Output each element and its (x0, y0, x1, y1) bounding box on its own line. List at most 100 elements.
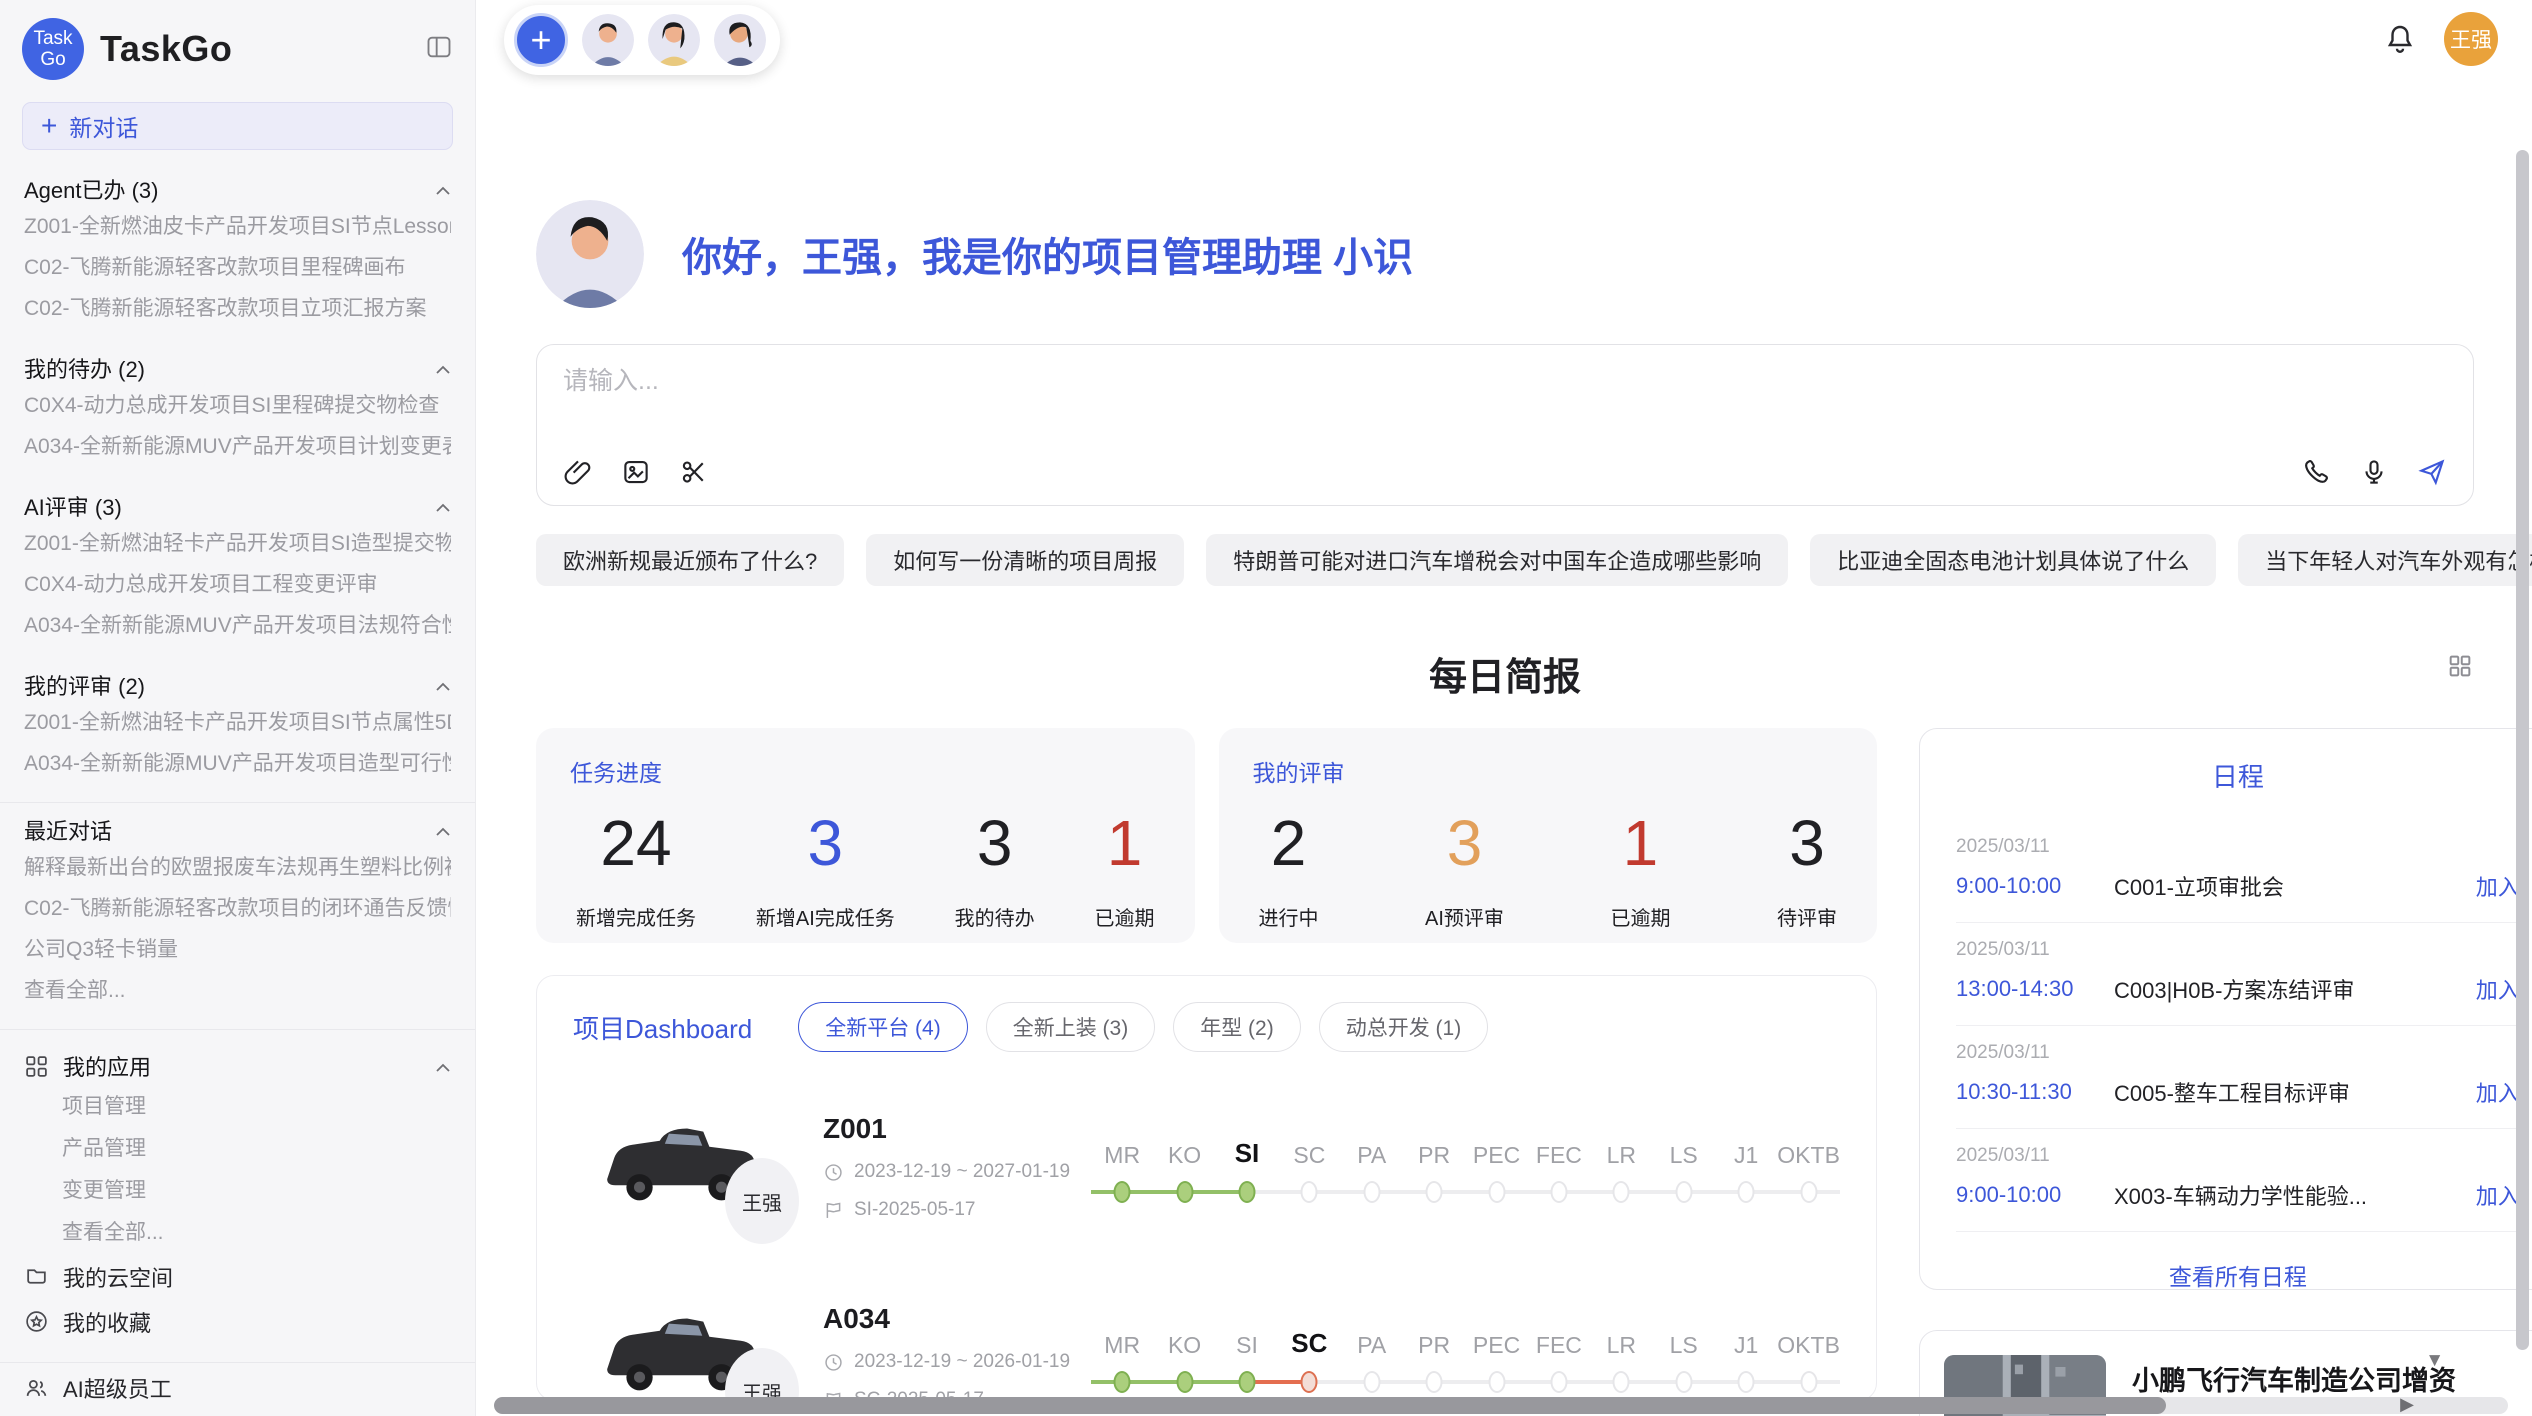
conversation-item[interactable]: C0X4-动力总成开发项目SI里程碑提交物检查 (24, 385, 451, 426)
milestone-track: MR KO (1091, 1317, 1840, 1397)
section-title: 我的评审 (2) (24, 669, 145, 701)
milestone-dot (1550, 1181, 1567, 1203)
chat-input[interactable] (563, 367, 2447, 396)
conversation-item[interactable]: C02-飞腾新能源轻客改款项目立项汇报方案 (24, 288, 451, 329)
conversation-item[interactable]: Z001-全新燃油皮卡产品开发项目SI节点Lesson Learn报告 (24, 206, 451, 247)
milestone-label: KO (1153, 1317, 1215, 1359)
milestone-dot (1426, 1371, 1443, 1393)
app-item[interactable]: 产品管理 (62, 1128, 451, 1170)
new-chat-button[interactable]: + 新对话 (22, 102, 453, 150)
notification-bell-icon[interactable] (2382, 21, 2418, 57)
conversation-item[interactable]: C02-飞腾新能源轻客改款项目里程碑画布 (24, 247, 451, 288)
my-cloud-item[interactable]: 我的云空间 (0, 1254, 475, 1299)
milestone-label: SI (1216, 1127, 1278, 1169)
chevron-up-icon[interactable] (435, 817, 451, 843)
view-all-schedule-link[interactable]: 查看所有日程 (1920, 1258, 2532, 1290)
my-favorites-item[interactable]: 我的收藏 (0, 1299, 475, 1344)
attachment-icon[interactable] (563, 457, 593, 487)
section-agent-done[interactable]: Agent已办 (3) (0, 172, 475, 206)
user-avatar[interactable]: 王强 (2444, 12, 2498, 66)
conversation-item[interactable]: A034-全新新能源MUV产品开发项目法规符合性评审 (24, 605, 451, 646)
event-main: 9:00-10:00 X003-车辆动力学性能验... 加入 (1956, 1179, 2520, 1211)
vertical-scrollbar-thumb[interactable] (2516, 150, 2529, 1350)
layout-grid-icon[interactable] (2446, 652, 2474, 680)
milestone-label: PEC (1465, 1317, 1527, 1359)
section-ai-review[interactable]: AI评审 (3) (0, 489, 475, 523)
conversation-item[interactable]: A034-全新新能源MUV产品开发项目计划变更表编写 (24, 426, 451, 467)
dashboard-filter-tab[interactable]: 年型 (2) (1173, 1002, 1301, 1052)
conversation-item[interactable]: C0X4-动力总成开发项目工程变更评审 (24, 564, 451, 605)
app-item[interactable]: 变更管理 (62, 1170, 451, 1212)
send-icon[interactable] (2417, 457, 2447, 487)
milestone: SI (1216, 1317, 1278, 1397)
suggestion-chip[interactable]: 欧洲新规最近颁布了什么? (536, 534, 844, 586)
project-code: A034 (823, 1303, 1075, 1335)
suggestion-chip[interactable]: 比亚迪全固态电池计划具体说了什么 (1810, 534, 2216, 586)
chevron-up-icon[interactable] (435, 1053, 451, 1079)
event-date: 2025/03/11 (1956, 939, 2520, 961)
suggestion-chip[interactable]: 如何写一份清晰的项目周报 (866, 534, 1184, 586)
chevron-up-icon[interactable] (435, 176, 451, 202)
section-recent[interactable]: 最近对话 (0, 813, 475, 847)
dashboard-filter-tab[interactable]: 全新平台 (4) (798, 1002, 968, 1052)
scissors-icon[interactable] (679, 457, 709, 487)
section-my-todo[interactable]: 我的待办 (2) (0, 351, 475, 385)
phone-icon[interactable] (2301, 457, 2331, 487)
project-row[interactable]: 王强 Z001 2023-12-19 ~ 2027-01-19 SI-2025-… (573, 1092, 1840, 1242)
horizontal-scrollbar-thumb[interactable] (494, 1397, 2166, 1414)
add-session-button[interactable]: + (514, 13, 568, 67)
view-all-link[interactable]: 查看全部... (24, 970, 451, 1011)
dashboard-filter-tab[interactable]: 动总开发 (1) (1319, 1002, 1489, 1052)
conversation-item[interactable]: A034-全新新能源MUV产品开发项目造型可行性评审 (24, 743, 451, 784)
dashboard-filter-tab[interactable]: 全新上装 (3) (986, 1002, 1156, 1052)
help-write-item[interactable]: 帮我写作 (0, 1410, 475, 1416)
avatar[interactable] (648, 14, 700, 66)
project-info: Z001 2023-12-19 ~ 2027-01-19 SI-2025-05-… (823, 1113, 1075, 1221)
top-right-actions: 王强 (2382, 12, 2498, 66)
chevron-up-icon[interactable] (435, 493, 451, 519)
milestone-dot (1301, 1371, 1318, 1393)
scroll-down-arrow-icon[interactable]: ▼ (2425, 1350, 2444, 1372)
stat-label: 新增AI完成任务 (756, 902, 895, 931)
app-item[interactable]: 查看全部... (62, 1212, 451, 1254)
stat-label: 已逾期 (1610, 902, 1670, 931)
project-row[interactable]: 王强 A034 2023-12-19 ~ 2026-01-19 SC-2025-… (573, 1282, 1840, 1401)
scroll-right-arrow-icon[interactable]: ▶ (2400, 1394, 2414, 1415)
date-range: 2023-12-19 ~ 2027-01-19 (854, 1161, 1070, 1183)
conversation-item[interactable]: 公司Q3轻卡销量 (24, 929, 451, 970)
avatar[interactable] (714, 14, 766, 66)
milestone-label: J1 (1715, 1317, 1777, 1359)
section-title: AI评审 (3) (24, 490, 122, 522)
conversation-item[interactable]: C02-飞腾新能源轻客改款项目的闭环通告反馈情况 (24, 888, 451, 929)
collapse-sidebar-icon[interactable] (425, 33, 453, 66)
join-link[interactable]: 加入 (2476, 1076, 2520, 1108)
section-my-review[interactable]: 我的评审 (2) (0, 668, 475, 702)
chevron-up-icon[interactable] (435, 355, 451, 381)
suggestion-chip[interactable]: 特朗普可能对进口汽车增税会对中国车企造成哪些影响 (1206, 534, 1788, 586)
join-link[interactable]: 加入 (2476, 973, 2520, 1005)
suggestion-chip[interactable]: 当下年轻人对汽车外观有怎样的喜好趋势 (2238, 534, 2532, 586)
milestone: PR (1403, 1127, 1465, 1207)
ai-staff-item[interactable]: AI超级员工 (0, 1365, 475, 1410)
my-apps-header[interactable]: 我的应用 (0, 1046, 475, 1086)
chevron-up-icon[interactable] (435, 672, 451, 698)
milestone-label: J1 (1715, 1127, 1777, 1169)
recent-view-all-wrap: 查看全部... (0, 970, 475, 1011)
conversation-item[interactable]: Z001-全新燃油轻卡产品开发项目SI节点属性5D文件评审 (24, 702, 451, 743)
conversation-item[interactable]: Z001-全新燃油轻卡产品开发项目SI造型提交物评审 (24, 523, 451, 564)
image-icon[interactable] (621, 457, 651, 487)
join-link[interactable]: 加入 (2476, 1179, 2520, 1211)
event-title: C001-立项审批会 (2114, 870, 2476, 902)
milestone-dot (1800, 1181, 1817, 1203)
app-item[interactable]: 项目管理 (62, 1086, 451, 1128)
avatar[interactable] (582, 14, 634, 66)
microphone-icon[interactable] (2359, 457, 2389, 487)
conversation-item[interactable]: 解释最新出台的欧盟报废车法规再生塑料比例被调至15%... (24, 847, 451, 888)
dashboard-header: 项目Dashboard 全新平台 (4)全新上装 (3)年型 (2)动总开发 (… (573, 1002, 1840, 1052)
event-time: 10:30-11:30 (1956, 1079, 2114, 1105)
milestone-dot (1176, 1181, 1193, 1203)
project-info: A034 2023-12-19 ~ 2026-01-19 SC-2025-05-… (823, 1303, 1075, 1401)
join-link[interactable]: 加入 (2476, 870, 2520, 902)
milestone-dot (1738, 1181, 1755, 1203)
plus-icon: + (41, 112, 57, 140)
